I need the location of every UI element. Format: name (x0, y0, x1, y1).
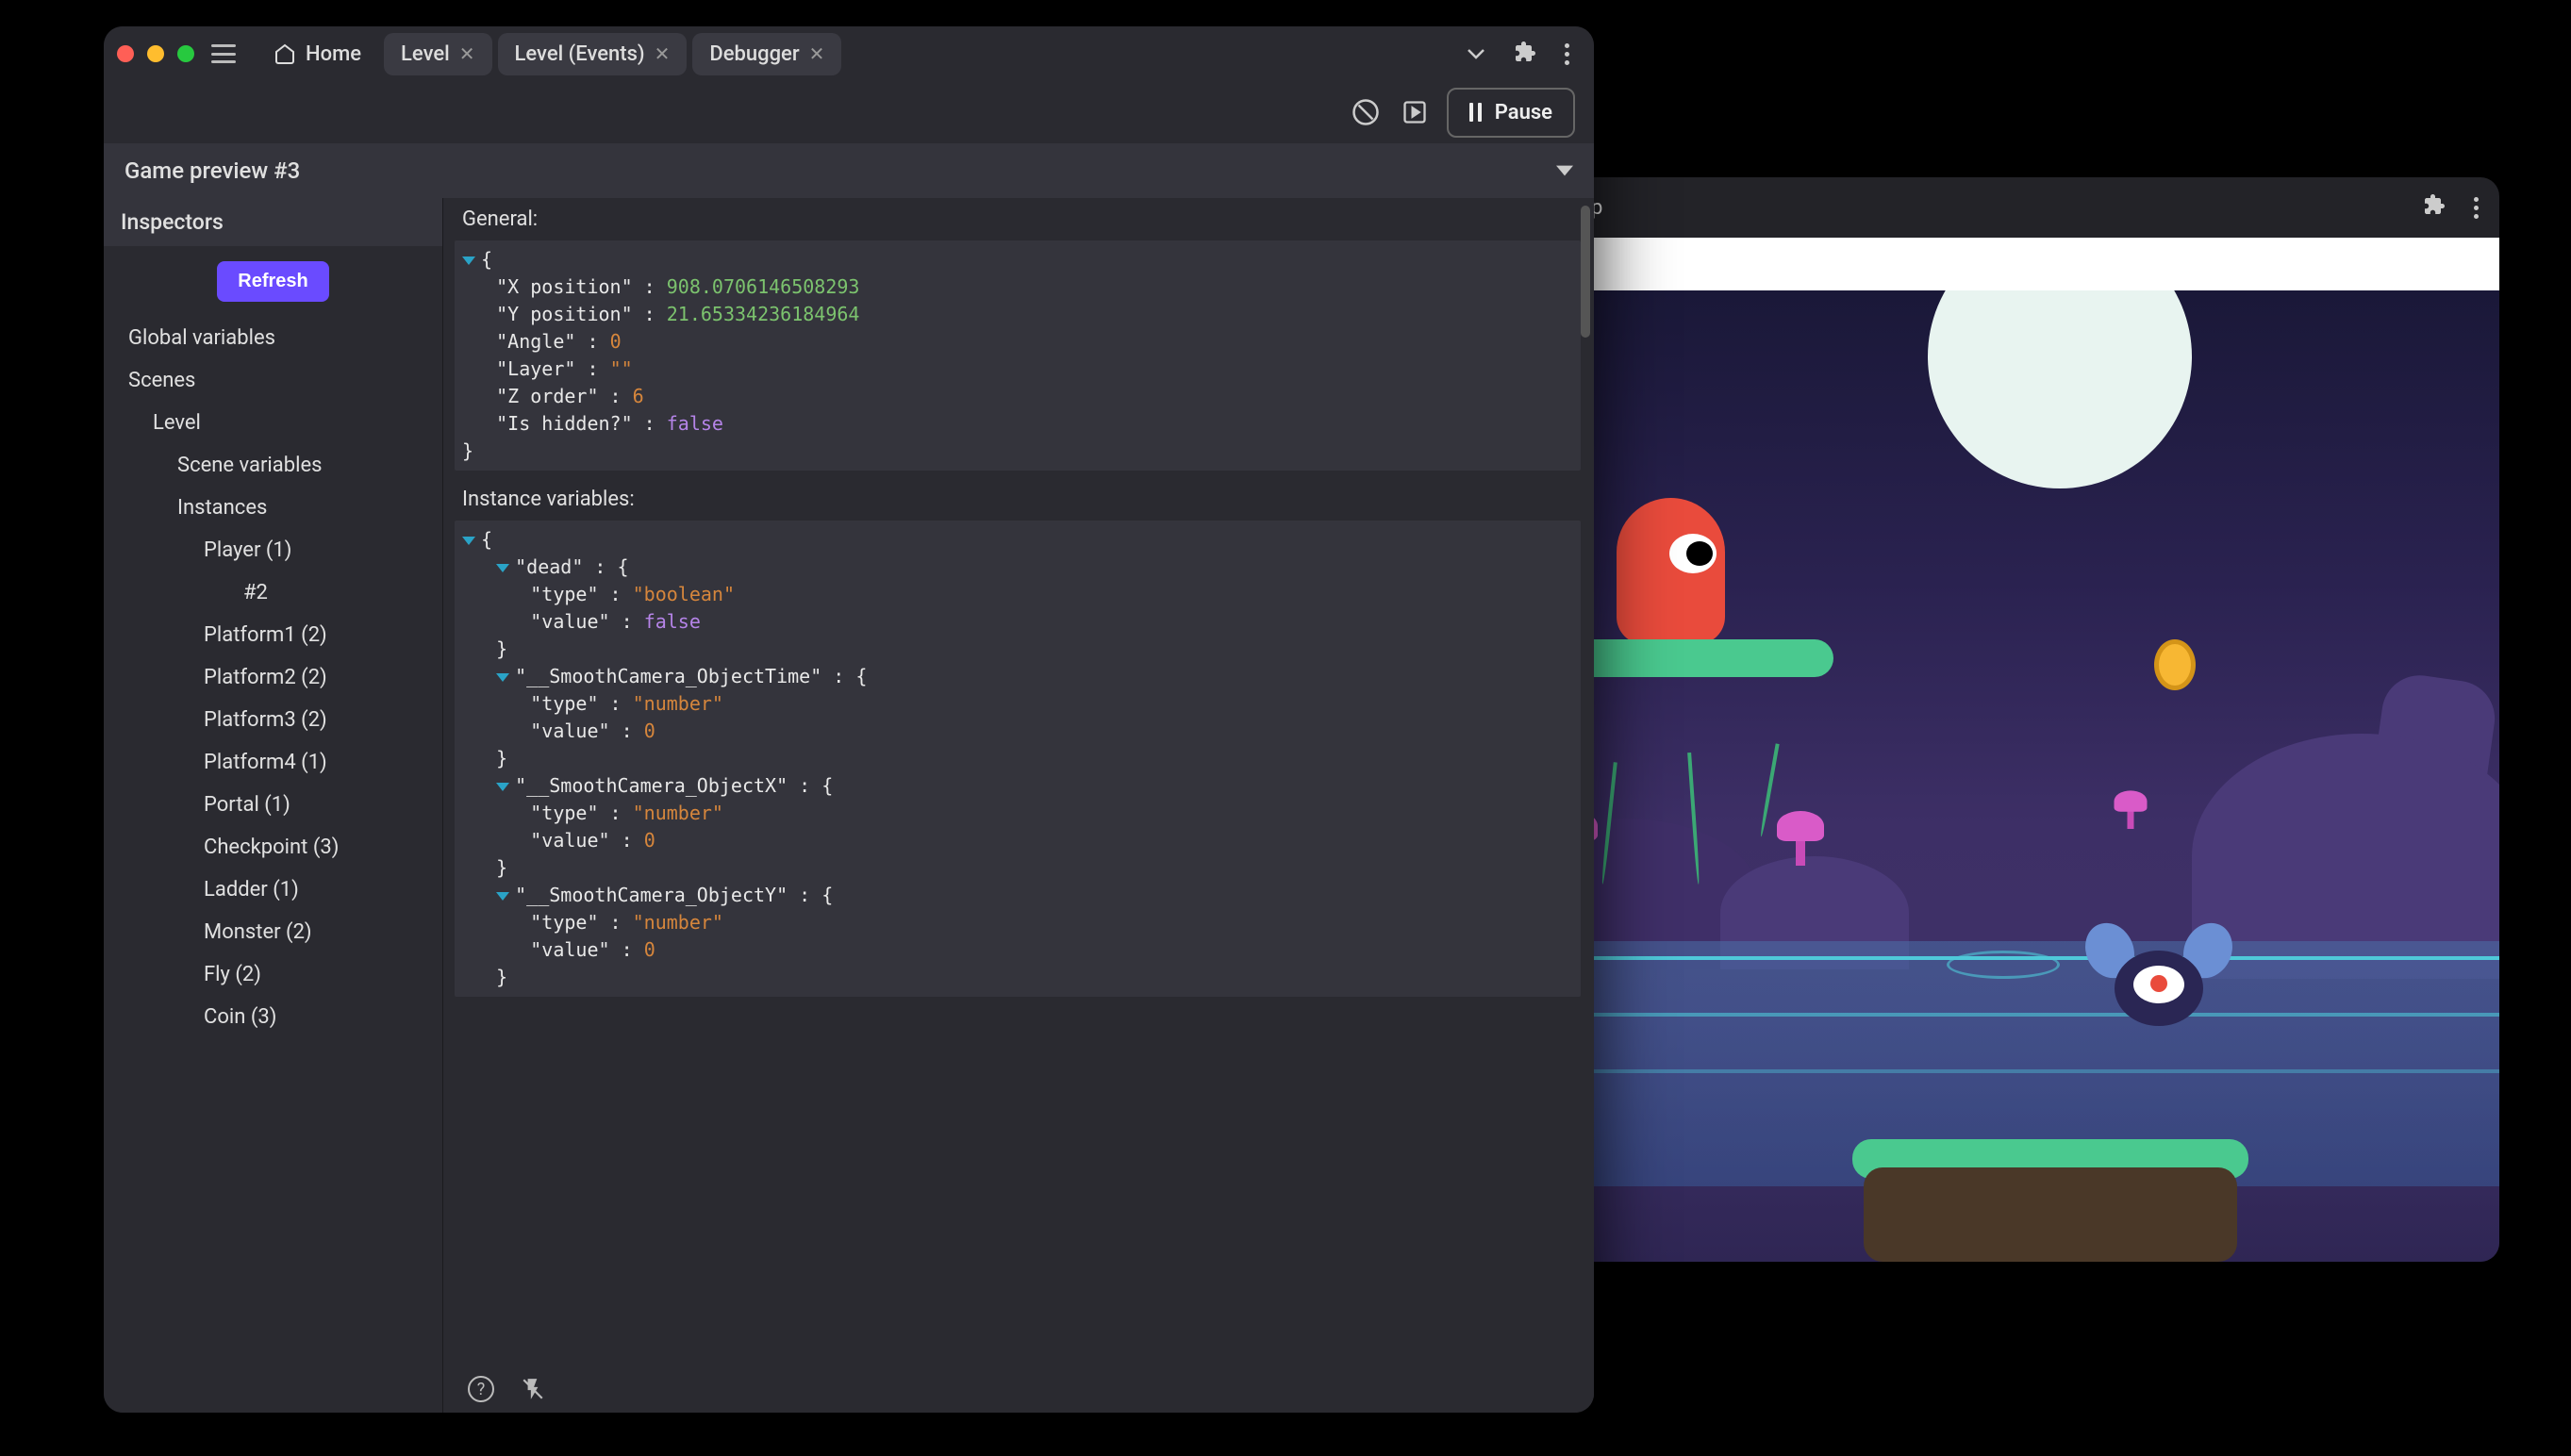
more-menu-icon[interactable] (1565, 43, 1569, 65)
player-sprite (1617, 498, 1725, 644)
tree-level[interactable]: Level (104, 402, 431, 444)
tree-instance-item[interactable]: #2 (104, 571, 431, 614)
caret-icon[interactable] (496, 892, 509, 901)
tab-level-events-label: Level (Events) (515, 42, 645, 66)
game-preview-window: GDevelop ntml (1494, 177, 2499, 1262)
wave-line (1494, 1069, 2499, 1073)
tab-level[interactable]: Level ✕ (384, 33, 491, 75)
close-tab-icon[interactable]: ✕ (655, 42, 671, 65)
mushroom-sprite (2115, 789, 2148, 829)
tree-instance-item[interactable]: Platform4 (1) (104, 741, 431, 784)
game-preview-label: Game preview #3 (124, 157, 300, 184)
maximize-window-button[interactable] (177, 45, 194, 62)
game-canvas[interactable] (1494, 290, 2499, 1262)
game-address-bar[interactable]: ntml (1494, 238, 2499, 290)
tree-scene-variables[interactable]: Scene variables (104, 444, 431, 487)
caret-icon[interactable] (462, 256, 475, 265)
ripple-sprite (1947, 951, 2060, 979)
window-controls (117, 45, 194, 62)
extensions-icon[interactable] (1514, 41, 1536, 67)
instance-variables-label: Instance variables: (443, 478, 1594, 521)
json-footer: ? (443, 1365, 1594, 1413)
general-json-block[interactable]: { "X position" : 908.0706146508293 "Y po… (455, 240, 1581, 471)
close-window-button[interactable] (117, 45, 134, 62)
refresh-button[interactable]: Refresh (217, 261, 328, 302)
editor-tabs: Home Level ✕ Level (Events) ✕ Debugger ✕ (257, 33, 847, 75)
inspectors-title: Inspectors (104, 198, 442, 246)
fly-enemy-sprite (2098, 932, 2220, 1026)
tab-home-label: Home (306, 42, 361, 66)
home-icon (274, 42, 296, 65)
editor-window: Home Level ✕ Level (Events) ✕ Debugger ✕ (104, 26, 1594, 1413)
pause-button[interactable]: Pause (1447, 88, 1575, 138)
caret-icon[interactable] (462, 537, 475, 545)
coin-sprite (2154, 639, 2196, 690)
chevron-down-icon[interactable] (1467, 48, 1485, 59)
tree-instance-item[interactable]: Platform3 (2) (104, 699, 431, 741)
tab-home[interactable]: Home (257, 33, 378, 75)
dropdown-caret-icon (1556, 165, 1573, 176)
play-button[interactable] (1398, 95, 1432, 129)
tab-level-label: Level (401, 42, 450, 66)
extensions-icon[interactable] (2423, 193, 2446, 222)
inspectors-tree[interactable]: Global variables Scenes Level Scene vari… (104, 317, 442, 1413)
tree-instance-item[interactable]: Player (1) (104, 529, 431, 571)
tree-instance-item[interactable]: Fly (2) (104, 953, 431, 996)
editor-scrollbar[interactable] (1581, 206, 1590, 1337)
pause-button-label: Pause (1495, 101, 1552, 124)
menu-icon[interactable] (211, 44, 236, 63)
stop-button[interactable] (1349, 95, 1383, 129)
flash-off-icon[interactable] (521, 1375, 545, 1403)
tree-instance-item[interactable]: Coin (3) (104, 996, 431, 1038)
game-preview-selector[interactable]: Game preview #3 (104, 143, 1594, 198)
help-icon[interactable]: ? (468, 1376, 494, 1402)
close-tab-icon[interactable]: ✕ (459, 42, 475, 65)
ground-platform-sprite (1852, 1139, 2248, 1262)
game-window-titlebar: GDevelop (1494, 177, 2499, 238)
tree-instances[interactable]: Instances (104, 487, 431, 529)
tree-instance-item[interactable]: Monster (2) (104, 911, 431, 953)
tab-debugger[interactable]: Debugger ✕ (692, 33, 841, 75)
inspector-detail-pane: General: { "X position" : 908.0706146508… (443, 198, 1594, 1413)
tree-instance-item[interactable]: Checkpoint (3) (104, 826, 431, 869)
wave-line (1494, 1013, 2499, 1017)
topbar-actions (1467, 41, 1581, 67)
caret-icon[interactable] (496, 783, 509, 791)
tree-instance-item[interactable]: Platform1 (2) (104, 614, 431, 656)
tree-instance-item[interactable]: Platform2 (2) (104, 656, 431, 699)
pause-icon (1469, 103, 1482, 122)
moon-sprite (1928, 290, 2192, 488)
instance-variables-json-block[interactable]: { "dead" : { "type" : "boolean" "value" … (455, 521, 1581, 997)
inspectors-sidebar: Inspectors Refresh Global variables Scen… (104, 198, 443, 1413)
general-section-label: General: (443, 198, 1594, 240)
caret-icon[interactable] (496, 564, 509, 572)
tree-global-variables[interactable]: Global variables (104, 317, 431, 359)
tab-debugger-label: Debugger (709, 42, 799, 66)
tab-level-events[interactable]: Level (Events) ✕ (498, 33, 688, 75)
scrollbar-thumb[interactable] (1581, 206, 1590, 338)
close-tab-icon[interactable]: ✕ (809, 42, 825, 65)
tree-instance-item[interactable]: Portal (1) (104, 784, 431, 826)
debugger-actionbar: Pause (104, 81, 1594, 143)
editor-topbar: Home Level ✕ Level (Events) ✕ Debugger ✕ (104, 26, 1594, 81)
caret-icon[interactable] (496, 673, 509, 682)
game-more-menu-icon[interactable] (2474, 197, 2479, 219)
minimize-window-button[interactable] (147, 45, 164, 62)
tree-scenes[interactable]: Scenes (104, 359, 431, 402)
tree-instance-item[interactable]: Ladder (1) (104, 869, 431, 911)
